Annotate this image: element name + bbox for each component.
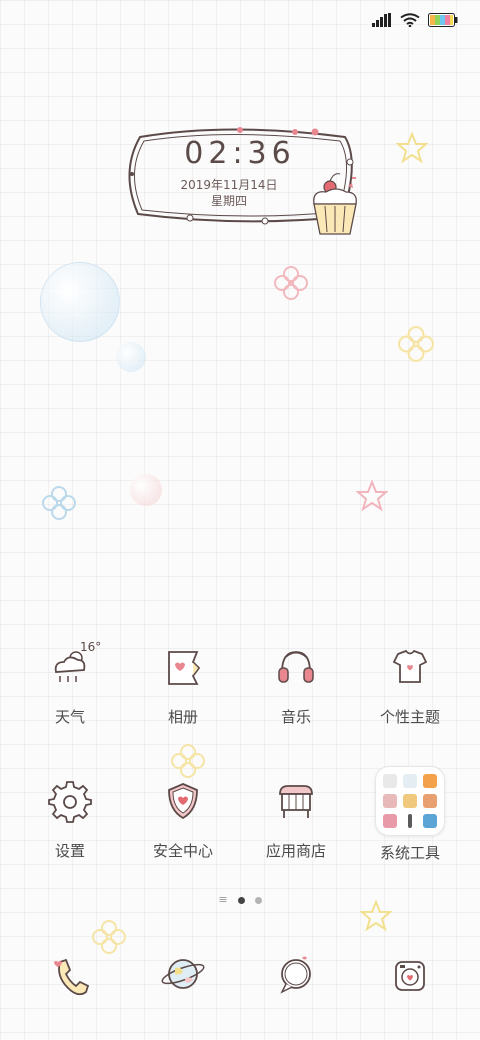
shop-icon: [266, 772, 326, 832]
clock-time: 02:36: [184, 136, 296, 171]
album-icon: [153, 638, 213, 698]
weather-cloud-icon: 16°: [40, 638, 102, 698]
app-settings[interactable]: 设置: [14, 772, 126, 861]
wifi-icon: [400, 13, 420, 27]
bubble-decoration: [130, 474, 162, 506]
app-label: 音乐: [280, 708, 311, 726]
app-label: 安全中心: [152, 842, 213, 860]
battery-icon: [428, 13, 458, 27]
weather-temperature: 16°: [80, 640, 102, 654]
app-label: 设置: [54, 842, 85, 860]
app-label: 相册: [167, 708, 198, 726]
tshirt-icon: [380, 638, 440, 698]
shield-heart-icon: [153, 772, 213, 832]
status-bar: [372, 8, 458, 32]
phone-icon: [54, 958, 90, 996]
headphones-icon: [266, 638, 326, 698]
app-theme[interactable]: 个性主题: [354, 638, 466, 727]
page-dot-active[interactable]: [237, 896, 245, 904]
dock-browser[interactable]: [153, 946, 213, 1006]
messages-bubble-icon: [280, 956, 311, 994]
app-label: 个性主题: [379, 708, 440, 726]
page-indicator[interactable]: ≡: [0, 893, 480, 906]
menu-lines-icon: ≡: [218, 893, 228, 906]
dock-phone[interactable]: [40, 946, 100, 1006]
page-dot[interactable]: [254, 896, 262, 904]
flower-decoration-icon: [42, 486, 76, 520]
star-decoration-icon: [396, 132, 428, 164]
browser-planet-icon: [161, 959, 205, 989]
app-label: 天气: [54, 708, 85, 726]
star-decoration-icon: [356, 480, 388, 512]
camera-icon: [395, 961, 425, 991]
flower-decoration-icon: [274, 266, 308, 300]
signal-bars-icon: [372, 13, 391, 27]
app-label: 系统工具: [379, 844, 440, 862]
dock-messages[interactable]: [266, 946, 326, 1006]
bubble-decoration: [116, 342, 146, 372]
cupcake-icon: [313, 173, 357, 235]
app-album[interactable]: 相册: [127, 638, 239, 727]
app-system-tools[interactable]: 系统工具: [354, 766, 466, 863]
app-music[interactable]: 音乐: [240, 638, 352, 727]
dock-camera[interactable]: [380, 946, 440, 1006]
flower-decoration-icon: [398, 326, 434, 362]
app-store[interactable]: 应用商店: [240, 772, 352, 861]
app-weather[interactable]: 16° 天气: [14, 638, 126, 727]
folder-icon: [375, 766, 445, 836]
app-label: 应用商店: [265, 842, 326, 860]
gear-icon: [40, 772, 100, 832]
bubble-decoration: [40, 262, 120, 342]
app-security-center[interactable]: 安全中心: [127, 772, 239, 861]
